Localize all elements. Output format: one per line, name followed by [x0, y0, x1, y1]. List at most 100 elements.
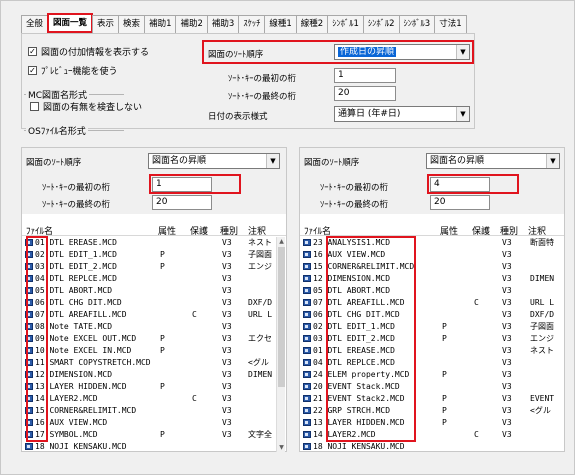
- list-item[interactable]: 05 DTL ABORT.MCD V3: [22, 285, 276, 296]
- left-sort-key-last-label: ｿｰﾄ･ｷｰの最終の桁: [42, 200, 111, 210]
- list-item[interactable]: 11 SMART COPYSTRETCH.MCD V3 <グル: [22, 357, 276, 368]
- drawing-file-icon: [303, 347, 311, 354]
- file-note: エンジ: [530, 334, 554, 343]
- drawing-file-icon: [303, 239, 311, 246]
- list-item[interactable]: 10 Note EXCEL IN.MCD P V3: [22, 345, 276, 356]
- file-note: URL L: [248, 310, 273, 319]
- tab-symbol1[interactable]: ｼﾝﾎﾞﾙ1: [327, 15, 364, 33]
- right-sort-key-last-input[interactable]: 20: [430, 195, 490, 210]
- tab-search[interactable]: 検索: [118, 15, 146, 33]
- list-item[interactable]: 16 AUX VIEW.MCD V3: [22, 417, 276, 428]
- tab-aux3[interactable]: 補助3: [206, 15, 240, 33]
- checkbox-unchecked-icon: [30, 102, 39, 111]
- check-existence-label: 図面の有無を検査しない: [43, 103, 143, 113]
- tab-display[interactable]: 表示: [92, 15, 120, 33]
- file-kind: V3: [502, 406, 512, 415]
- list-item[interactable]: 09 Note EXCEL OUT.MCD P V3 エクセ: [22, 333, 276, 344]
- file-attribute: P: [442, 334, 447, 343]
- file-attribute: P: [442, 394, 447, 403]
- tab-dimension1[interactable]: 寸法1: [434, 15, 467, 33]
- drawing-file-icon: [25, 443, 33, 450]
- file-note: DIMEN: [530, 274, 555, 283]
- left-sort-key-last-input[interactable]: 20: [152, 195, 212, 210]
- sort-key-first-input[interactable]: 1: [334, 68, 396, 83]
- file-note: ネスト: [530, 346, 554, 355]
- file-attribute: P: [442, 418, 447, 427]
- right-list-header: ﾌｧｲﾙ名 属性 保護 種別 注釈: [300, 222, 564, 237]
- file-kind: V3: [502, 370, 512, 379]
- column-attribute[interactable]: 属性: [158, 224, 176, 237]
- tab-general[interactable]: 全般: [21, 15, 49, 33]
- tab-sketch[interactable]: ｽｹｯﾁ: [238, 15, 266, 33]
- chevron-down-icon[interactable]: ▼: [266, 154, 279, 168]
- left-options: 図面のｿｰﾄ順序 図面名の昇順 ▼ ｿｰﾄ･ｷｰの最初の桁 1 ｿｰﾄ･ｷｰの最…: [22, 148, 286, 214]
- file-name: 18 NOJI KENSAKU.MCD: [313, 442, 405, 451]
- checkbox-checked-icon: ✓: [28, 47, 37, 56]
- column-kind[interactable]: 種別: [500, 224, 518, 237]
- file-kind: V3: [222, 406, 232, 415]
- scroll-down-icon[interactable]: ▼: [277, 443, 286, 452]
- sort-key-last-label: ｿｰﾄ･ｷｰの最終の桁: [228, 92, 297, 102]
- scroll-up-icon[interactable]: ▲: [277, 237, 286, 246]
- chevron-down-icon[interactable]: ▼: [456, 107, 469, 121]
- tab-symbol2[interactable]: ｼﾝﾎﾞﾙ2: [362, 15, 400, 33]
- tab-aux1[interactable]: 補助1: [144, 15, 177, 33]
- list-item[interactable]: 01 DTL EREASE.MCD V3 ネスト: [22, 237, 276, 248]
- file-name: 06 DTL CHG DIT.MCD: [35, 298, 122, 307]
- highlight-right-sorted-names: [326, 236, 416, 442]
- list-item[interactable]: 15 CORNER&RELIMIT.MCD V3: [22, 405, 276, 416]
- list-item[interactable]: 18 NOJI KENSAKU.MCD: [300, 441, 564, 452]
- file-name: 11 SMART COPYSTRETCH.MCD: [35, 358, 151, 367]
- file-kind: V3: [222, 286, 232, 295]
- column-kind[interactable]: 種別: [220, 224, 238, 237]
- list-item[interactable]: 17 SYMBOL.MCD P V3 文字全: [22, 429, 276, 440]
- list-item[interactable]: 08 Note TATE.MCD V3: [22, 321, 276, 332]
- file-kind: V3: [502, 250, 512, 259]
- drawing-file-icon: [303, 263, 311, 270]
- checkbox-checked-icon: ✓: [28, 66, 37, 75]
- tab-aux2[interactable]: 補助2: [175, 15, 208, 33]
- tab-symbol3[interactable]: ｼﾝﾎﾞﾙ3: [398, 15, 436, 33]
- column-protect[interactable]: 保護: [190, 224, 208, 237]
- use-preview-checkbox[interactable]: ✓ ﾌﾟﾚﾋﾞｭｰ機能を使う: [28, 64, 118, 77]
- list-item[interactable]: 07 DTL AREAFILL.MCD C V3 URL L: [22, 309, 276, 320]
- file-kind: V3: [502, 262, 512, 271]
- file-note: エクセ: [248, 334, 272, 343]
- file-note: <グル: [248, 358, 269, 367]
- file-attribute: P: [160, 382, 165, 391]
- list-item[interactable]: 06 DTL CHG DIT.MCD V3 DXF/D: [22, 297, 276, 308]
- file-kind: V3: [502, 310, 512, 319]
- list-item[interactable]: 18 NOJI KENSAKU.MCD: [22, 441, 276, 452]
- drawing-file-icon: [303, 407, 311, 414]
- left-list-scrollbar[interactable]: ▲ ▼: [276, 237, 285, 452]
- list-item[interactable]: 02 DTL EDIT_1.MCD P V3 子図面: [22, 249, 276, 260]
- list-item[interactable]: 14 LAYER2.MCD C V3: [22, 393, 276, 404]
- left-sort-order-select[interactable]: 図面名の昇順 ▼: [148, 153, 280, 169]
- file-name: 18 NOJI KENSAKU.MCD: [35, 442, 127, 451]
- column-protect[interactable]: 保護: [472, 224, 490, 237]
- date-format-select[interactable]: 通算日 (年#日) ▼: [334, 106, 470, 122]
- list-item[interactable]: 12 DIMENSION.MCD V3 DIMEN: [22, 369, 276, 380]
- scroll-thumb[interactable]: [278, 247, 285, 387]
- show-attached-info-label: 図面の付加情報を表示する: [41, 48, 150, 58]
- tab-linetype1[interactable]: 線種1: [264, 15, 297, 33]
- right-sort-order-select[interactable]: 図面名の昇順 ▼: [426, 153, 560, 169]
- column-note[interactable]: 注釈: [528, 224, 546, 237]
- file-note: <グル: [530, 406, 551, 415]
- drawing-file-icon: [303, 443, 311, 450]
- tab-linetype2[interactable]: 線種2: [295, 15, 329, 33]
- list-item[interactable]: 13 LAYER HIDDEN.MCD P V3: [22, 381, 276, 392]
- sort-key-last-input[interactable]: 20: [334, 86, 396, 101]
- list-item[interactable]: 04 DTL REPLCE.MCD V3: [22, 273, 276, 284]
- tab-drawing-list[interactable]: 図面一覧: [47, 13, 94, 33]
- file-kind: V3: [222, 298, 232, 307]
- list-item[interactable]: 03 DTL EDIT_2.MCD P V3 エンジ: [22, 261, 276, 272]
- file-attribute: P: [442, 406, 447, 415]
- column-attribute[interactable]: 属性: [440, 224, 458, 237]
- column-note[interactable]: 注釈: [248, 224, 266, 237]
- tab-strip: 全般 図面一覧 表示 検索 補助1 補助2 補助3 ｽｹｯﾁ 線種1 線種2 ｼ…: [21, 13, 467, 33]
- left-file-list: 01 DTL EREASE.MCD V3 ネスト 02 DTL EDIT_1.MCD P…: [22, 237, 276, 452]
- show-attached-info-checkbox[interactable]: ✓ 図面の付加情報を表示する: [28, 45, 149, 58]
- chevron-down-icon[interactable]: ▼: [546, 154, 559, 168]
- check-existence-checkbox[interactable]: 図面の有無を検査しない: [30, 100, 142, 113]
